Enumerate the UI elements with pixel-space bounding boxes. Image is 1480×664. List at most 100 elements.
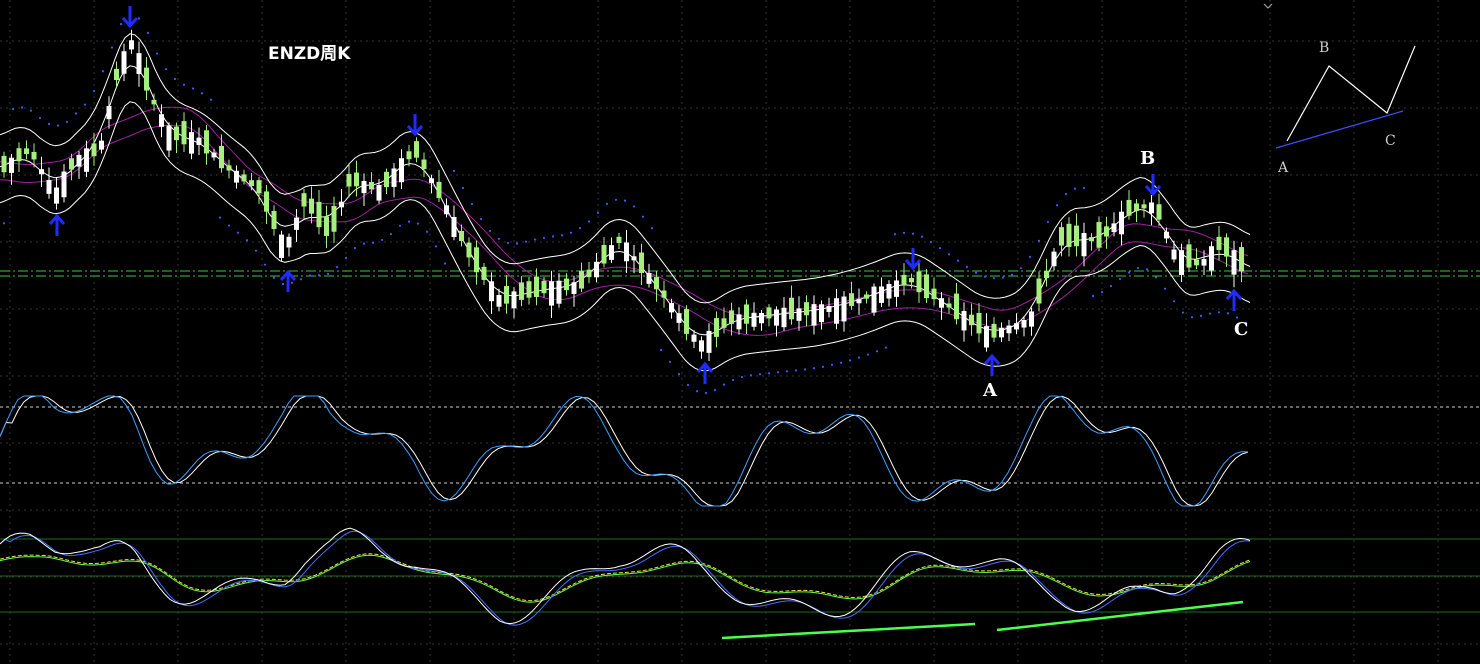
- sar-dot: [56, 124, 60, 127]
- sar-dot: [389, 232, 393, 236]
- sar-dot: [740, 375, 744, 379]
- candle-body: [1096, 222, 1102, 248]
- down-arrow-icon: [1144, 174, 1162, 197]
- sar-dot: [542, 236, 546, 239]
- candle-body: [601, 245, 607, 264]
- candle-body: [391, 168, 397, 187]
- sar-dot: [1082, 186, 1086, 189]
- sar-dot: [722, 383, 726, 386]
- candle-body: [354, 172, 359, 187]
- sar-dot: [272, 276, 276, 279]
- candle-body: [309, 198, 314, 214]
- candle-body: [1149, 202, 1154, 214]
- candle-body: [421, 159, 427, 170]
- sar-dot: [335, 266, 339, 269]
- candle-body: [301, 193, 307, 207]
- candle-body: [1111, 223, 1117, 233]
- candle-body: [294, 217, 299, 230]
- candle-body: [699, 340, 704, 352]
- candle-body: [871, 286, 877, 313]
- sar-dot: [1145, 268, 1149, 271]
- sar-dot: [1064, 193, 1068, 196]
- candle-body: [271, 210, 277, 230]
- candle-body: [1089, 237, 1094, 242]
- candle-body: [834, 298, 839, 324]
- candle-body: [1239, 247, 1244, 272]
- candle-body: [1171, 249, 1177, 260]
- candle-body: [54, 187, 59, 204]
- candle-body: [811, 304, 817, 326]
- candle-body: [136, 53, 142, 75]
- sar-dot: [569, 231, 573, 234]
- sar-dot: [443, 262, 447, 265]
- candle-body: [1081, 233, 1087, 257]
- sar-dot: [560, 234, 564, 237]
- sar-dot: [227, 224, 231, 227]
- sar-dot: [1118, 277, 1122, 281]
- sar-dot: [776, 371, 780, 374]
- sar-dot: [461, 186, 465, 190]
- chart-title: ENZD周K: [268, 44, 351, 64]
- sar-dot: [1208, 312, 1212, 315]
- candle-body: [639, 252, 644, 274]
- candle-body: [1216, 236, 1222, 250]
- sar-dot: [218, 216, 222, 219]
- candle-body: [429, 178, 434, 183]
- up-arrow-icon: [696, 361, 714, 384]
- sar-dot: [974, 271, 978, 274]
- candle-body: [894, 280, 899, 297]
- candle-body: [1156, 204, 1162, 220]
- down-arrow-icon: [121, 6, 139, 29]
- sar-dot: [533, 238, 537, 241]
- candle-body: [931, 288, 937, 300]
- abc-trend-line: [1275, 110, 1404, 149]
- candle-body: [736, 314, 742, 330]
- candle-body: [346, 173, 352, 187]
- candle-body: [676, 313, 682, 323]
- candle-body: [489, 281, 494, 302]
- sar-dot: [1001, 276, 1005, 279]
- up-arrow-icon: [1225, 288, 1243, 311]
- candle-body: [1021, 319, 1027, 328]
- schematic-label-a: A: [1277, 160, 1289, 176]
- sar-dot: [911, 232, 915, 235]
- sar-dot: [803, 368, 807, 371]
- sar-dot: [551, 235, 555, 238]
- sar-dot: [938, 247, 942, 250]
- candle-body: [684, 309, 689, 334]
- sar-dot: [884, 346, 888, 349]
- candle-body: [624, 242, 629, 262]
- candle-body: [9, 157, 14, 173]
- candle-body: [1014, 323, 1019, 330]
- sar-dot: [1127, 271, 1131, 274]
- candle-body: [1201, 259, 1207, 266]
- candle-body: [219, 145, 224, 169]
- candle-body: [1, 155, 7, 173]
- sar-dot: [380, 238, 384, 242]
- chevron-down-icon: [1263, 3, 1273, 9]
- candle-body: [144, 67, 149, 91]
- sar-dot: [1217, 311, 1221, 314]
- candle-body: [796, 308, 802, 321]
- candle-body: [661, 290, 667, 298]
- candle-body: [226, 165, 232, 171]
- candle-body: [1074, 225, 1079, 247]
- candle-body: [534, 276, 539, 297]
- sar-dot: [1037, 239, 1041, 242]
- candle-body: [856, 298, 862, 304]
- sar-dot: [236, 231, 240, 234]
- candle-body: [841, 296, 847, 322]
- sar-dot: [2, 222, 6, 225]
- candle-body: [399, 158, 404, 183]
- sar-dot: [713, 389, 717, 392]
- candle-body: [316, 201, 322, 228]
- candle-body: [39, 169, 44, 175]
- sar-dot: [407, 220, 411, 223]
- candle-body: [916, 271, 922, 293]
- sar-dot: [1028, 255, 1032, 258]
- wave-label-b: B: [1140, 148, 1155, 169]
- candle-body: [159, 114, 164, 127]
- sar-dot: [1163, 287, 1167, 290]
- candle-body: [1164, 231, 1169, 239]
- sar-dot: [1190, 316, 1194, 319]
